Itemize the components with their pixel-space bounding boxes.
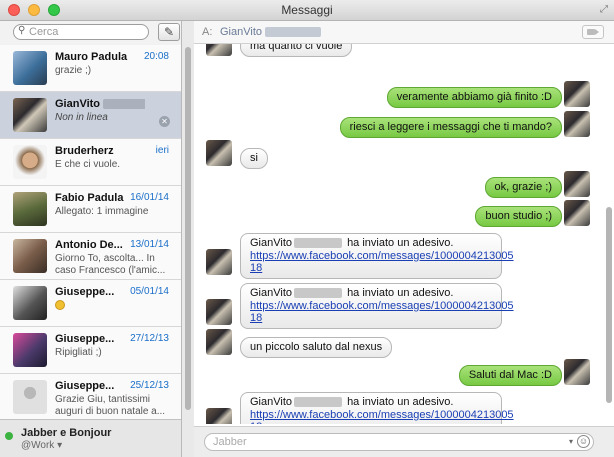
conversation-pane: A: GianVito ma quanto ci vuole veramente… (194, 21, 614, 457)
conversation-list: Mauro Padula 20:08 grazie ;) GianVito No… (0, 45, 181, 441)
incoming-message-bubble: un piccolo saluto dal nexus (240, 337, 393, 358)
message-date: 16/01/14 (130, 192, 169, 203)
message-preview: grazie ;) (55, 65, 92, 76)
account-status[interactable]: @Work ▾ (21, 440, 62, 451)
conversation-item[interactable]: Antonio De... 13/01/14 Giorno To, ascolt… (0, 233, 181, 280)
avatar (13, 286, 47, 320)
sticker-link[interactable]: https://www.facebook.com/messages/100000… (250, 300, 514, 325)
conversation-item[interactable]: Bruderherz ieri E che ci vuole. (0, 139, 181, 186)
incoming-message-bubble: si (240, 148, 268, 169)
message-date: ieri (155, 145, 169, 156)
outgoing-message-bubble: Saluti dal Mac :D (458, 365, 562, 386)
recipient-name[interactable]: GianVito (220, 26, 321, 38)
avatar (206, 408, 232, 424)
message-date: 20:08 (143, 51, 169, 62)
chevron-down-icon: ▾ (57, 440, 63, 451)
outgoing-message-bubble: ok, grazie ;) (484, 177, 562, 198)
compose-button[interactable]: ✎ (158, 23, 180, 41)
compose-icon: ✎ (163, 25, 175, 39)
message-preview: E che ci vuole. (55, 159, 121, 170)
sidebar: ⚲ ✎ Mauro Padula 20:08 grazie ;) GianVit… (0, 21, 182, 457)
message-date: 05/01/14 (130, 286, 169, 297)
contact-name: Mauro Padula (55, 51, 128, 63)
incoming-message-bubble: ma quanto ci vuole (240, 44, 353, 57)
emoji-picker-icon[interactable]: ☺ (577, 435, 590, 448)
account-name: Jabber e Bonjour (21, 427, 112, 439)
conversation-item[interactable]: Giuseppe... 25/12/13 Grazie Giu, tantiss… (0, 374, 181, 421)
conversation-item-selected[interactable]: GianVito Non in linea ✕ (0, 92, 181, 139)
contact-name: GianVito (55, 98, 145, 110)
avatar (564, 200, 590, 226)
sticker-message-card: GianVito ha inviato un adesivo. https://… (240, 392, 514, 424)
video-call-icon[interactable] (582, 25, 604, 39)
avatar (206, 249, 232, 275)
message-transcript: ma quanto ci vuole veramente abbiamo già… (194, 44, 614, 424)
message-date: 13/01/14 (130, 239, 169, 250)
sticker-message-card: GianVito ha inviato un adesivo. https://… (240, 283, 514, 329)
avatar (13, 239, 47, 273)
redacted-surname (265, 27, 321, 38)
avatar (564, 171, 590, 197)
sidebar-scrollbar[interactable] (185, 47, 191, 410)
conversation-item[interactable]: Giuseppe... 05/01/14 (0, 280, 181, 327)
avatar-placeholder (13, 380, 47, 414)
avatar (206, 329, 232, 355)
conversation-item[interactable]: Giuseppe... 27/12/13 Ripigliati ;) (0, 327, 181, 374)
sticker-link[interactable]: https://www.facebook.com/messages/100000… (250, 250, 514, 275)
avatar (13, 145, 47, 179)
redacted-surname (294, 397, 342, 408)
smiley-emoji-icon (55, 300, 65, 310)
conversation-item[interactable]: Fabio Padula 16/01/14 Allegato: 1 immagi… (0, 186, 181, 233)
avatar (13, 333, 47, 367)
search-icon: ⚲ (18, 25, 26, 36)
transcript-scrollbar[interactable] (606, 207, 612, 403)
close-conversation-icon[interactable]: ✕ (159, 116, 170, 127)
avatar (13, 98, 47, 132)
search-input[interactable] (29, 26, 144, 38)
outgoing-message-bubble: riesci a leggere i messaggi che ti mando… (339, 117, 562, 138)
redacted-surname (294, 238, 342, 249)
avatar (13, 51, 47, 85)
redacted-surname (103, 99, 145, 110)
message-preview (55, 300, 170, 314)
window-title: Messaggi (281, 3, 333, 17)
sticker-link[interactable]: https://www.facebook.com/messages/100000… (250, 409, 514, 425)
to-label: A: (202, 26, 213, 38)
message-preview: Allegato: 1 immagine (55, 206, 149, 217)
message-input[interactable] (213, 436, 563, 448)
account-status-bar[interactable]: Jabber e Bonjour @Work ▾ (0, 419, 181, 457)
message-row: ma quanto ci vuole (194, 44, 614, 58)
message-preview: Non in linea (55, 112, 108, 123)
compose-bar: ▾ ☺ (194, 426, 614, 457)
title-bar: Messaggi ⤢ (0, 0, 614, 21)
message-preview: Grazie Giu, tantissimi auguri di buon na… (55, 394, 166, 417)
avatar (564, 81, 590, 107)
sticker-message-card: GianVito ha inviato un adesivo. https://… (240, 233, 514, 279)
search-box[interactable]: ⚲ (13, 24, 149, 40)
avatar (206, 44, 232, 56)
avatar (564, 359, 590, 385)
redacted-surname (294, 288, 342, 299)
message-preview: Ripigliati ;) (55, 347, 102, 358)
messages-window: Messaggi ⤢ ⚲ ✎ Mauro Padula 20:08 grazie… (0, 0, 614, 457)
avatar (564, 111, 590, 137)
online-status-icon (5, 432, 13, 440)
outgoing-message-bubble: veramente abbiamo già finito :D (386, 87, 562, 108)
fullscreen-icon[interactable]: ⤢ (600, 4, 608, 15)
outgoing-message-bubble: buon studio ;) (475, 206, 562, 227)
recipient-bar: A: GianVito (194, 21, 614, 44)
contact-name: Bruderherz (55, 145, 114, 157)
chevron-down-icon[interactable]: ▾ (569, 437, 573, 446)
message-preview: Giorno To, ascolta... In caso Francesco … (55, 253, 166, 276)
message-date: 25/12/13 (130, 380, 169, 391)
avatar (206, 140, 232, 166)
avatar (13, 192, 47, 226)
message-field[interactable]: ▾ ☺ (204, 433, 594, 451)
conversation-item[interactable]: Mauro Padula 20:08 grazie ;) (0, 45, 181, 92)
message-date: 27/12/13 (130, 333, 169, 344)
avatar (206, 299, 232, 325)
